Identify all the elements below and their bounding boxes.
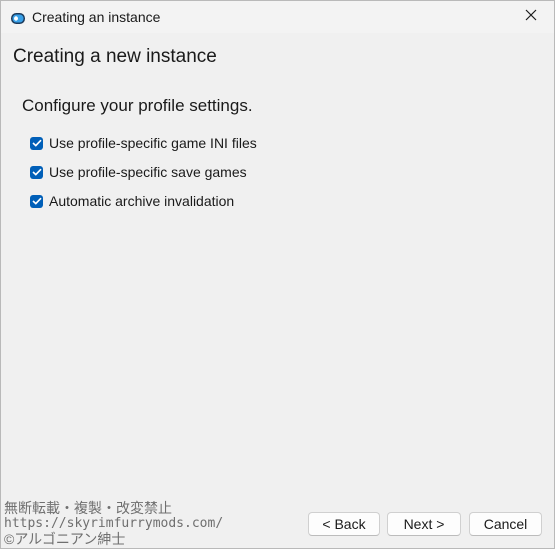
- next-button[interactable]: Next >: [387, 512, 461, 536]
- option-archive-invalidation[interactable]: Automatic archive invalidation: [30, 191, 234, 211]
- checkmark-icon: [31, 168, 42, 176]
- watermark-url: https://skyrimfurrymods.com/: [4, 516, 224, 531]
- back-button[interactable]: < Back: [308, 512, 380, 536]
- option-save-games[interactable]: Use profile-specific save games: [30, 162, 247, 182]
- section-heading: Configure your profile settings.: [22, 96, 253, 115]
- cancel-button[interactable]: Cancel: [469, 512, 542, 536]
- window-title: Creating an instance: [32, 9, 161, 25]
- checkbox-game-ini-files[interactable]: [30, 136, 43, 150]
- option-label: Automatic archive invalidation: [49, 193, 235, 209]
- checkbox-archive-invalidation[interactable]: [30, 194, 43, 208]
- title-bar[interactable]: Creating an instance: [1, 1, 554, 33]
- page-title: Creating a new instance: [13, 46, 217, 67]
- close-icon: [525, 8, 537, 26]
- checkmark-icon: [31, 139, 42, 147]
- watermark-copyright: ©アルゴニアン紳士: [4, 531, 126, 547]
- option-label: Use profile-specific save games: [49, 164, 247, 180]
- watermark-notice: 無断転載・複製・改変禁止: [4, 500, 172, 516]
- app-logo-icon: [11, 11, 25, 29]
- option-game-ini-files[interactable]: Use profile-specific game INI files: [30, 133, 257, 153]
- dialog-window: Creating an instance Creating a new inst…: [0, 0, 555, 549]
- checkbox-save-games[interactable]: [30, 165, 43, 179]
- option-label: Use profile-specific game INI files: [49, 135, 257, 151]
- close-button[interactable]: [508, 1, 554, 33]
- checkmark-icon: [31, 197, 42, 205]
